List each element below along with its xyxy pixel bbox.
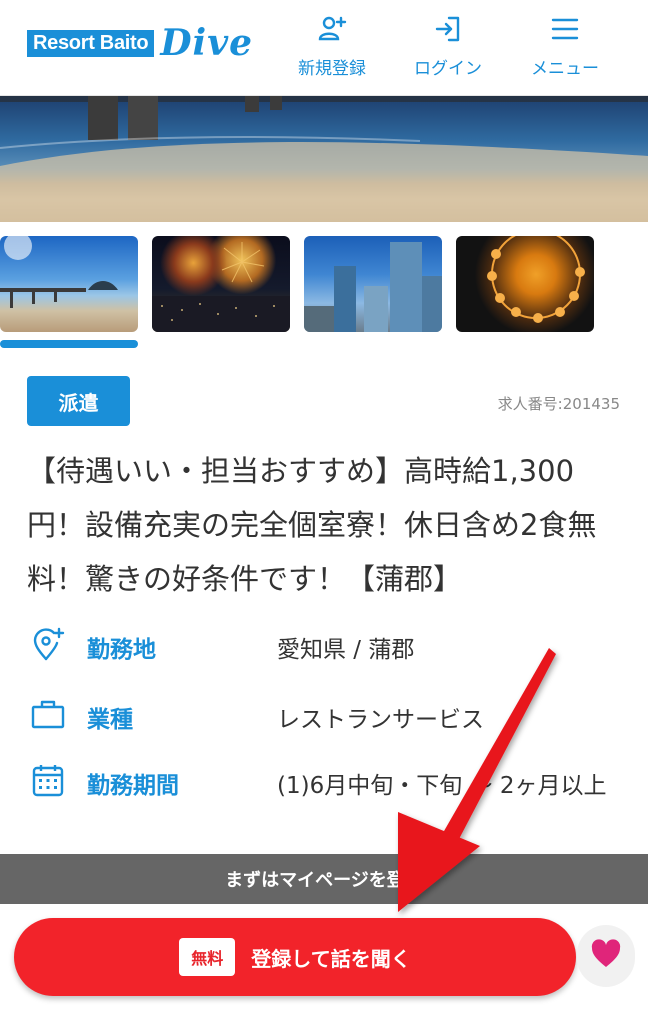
job-number: 求人番号:201435	[497, 395, 620, 413]
thumbnail-indicator	[0, 340, 138, 348]
thumbnail-gallery	[0, 236, 648, 336]
info-row-period: 勤務期間 (1)6月中旬・下旬 〜 2ヶ月以上	[27, 760, 627, 804]
hero-image	[0, 96, 648, 222]
menu-label: メニュー	[531, 59, 599, 79]
site-header: Resort Baito Dive 新規登録 ログイン メニュー	[0, 0, 648, 96]
login-button[interactable]: ログイン	[398, 14, 498, 80]
mypage-banner-text: まずはマイページを登録	[225, 870, 423, 891]
register-label: 新規登録	[298, 59, 366, 79]
city-towers-photo[interactable]	[304, 236, 442, 332]
period-value: (1)6月中旬・下旬 〜 2ヶ月以上	[277, 773, 607, 799]
login-icon	[433, 14, 463, 48]
beach-pier-photo[interactable]	[0, 236, 138, 332]
fireworks-night-photo[interactable]	[152, 236, 290, 332]
period-label: 勤務期間	[87, 773, 179, 799]
heart-icon	[590, 939, 622, 973]
login-label: ログイン	[414, 59, 482, 79]
job-title: 【待遇いい・担当おすすめ】高時給1,300円！設備充実の完全個室寮！休日含め2食…	[27, 454, 597, 596]
ferris-wheel-photo[interactable]	[456, 236, 594, 332]
industry-label: 業種	[87, 707, 133, 733]
location-value: 愛知県 / 蒲郡	[277, 637, 415, 663]
briefcase-icon	[30, 696, 66, 732]
info-row-industry: 業種 レストランサービス	[27, 694, 627, 738]
location-label: 勤務地	[87, 637, 156, 663]
location-pin-icon	[30, 626, 66, 662]
cta-label: 登録して話を聞く	[251, 946, 411, 971]
register-button[interactable]: 新規登録	[282, 14, 382, 80]
logo-box-text: Resort Baito	[27, 29, 155, 57]
menu-button[interactable]: メニュー	[515, 14, 615, 80]
calendar-icon	[30, 762, 66, 798]
favorite-button[interactable]	[577, 925, 635, 987]
site-logo[interactable]: Resort Baito Dive	[27, 18, 253, 68]
industry-value: レストランサービス	[277, 707, 484, 733]
info-row-location: 勤務地 愛知県 / 蒲郡	[27, 624, 627, 668]
register-and-consult-button[interactable]: 無料 登録して話を聞く	[14, 918, 576, 996]
add-user-icon	[317, 14, 347, 48]
logo-script-text: Dive	[160, 22, 254, 64]
employment-type-tag: 派遣	[27, 376, 130, 426]
mypage-register-banner[interactable]: まずはマイページを登録	[0, 854, 648, 904]
hamburger-menu-icon	[550, 14, 580, 48]
free-badge: 無料	[179, 938, 236, 976]
